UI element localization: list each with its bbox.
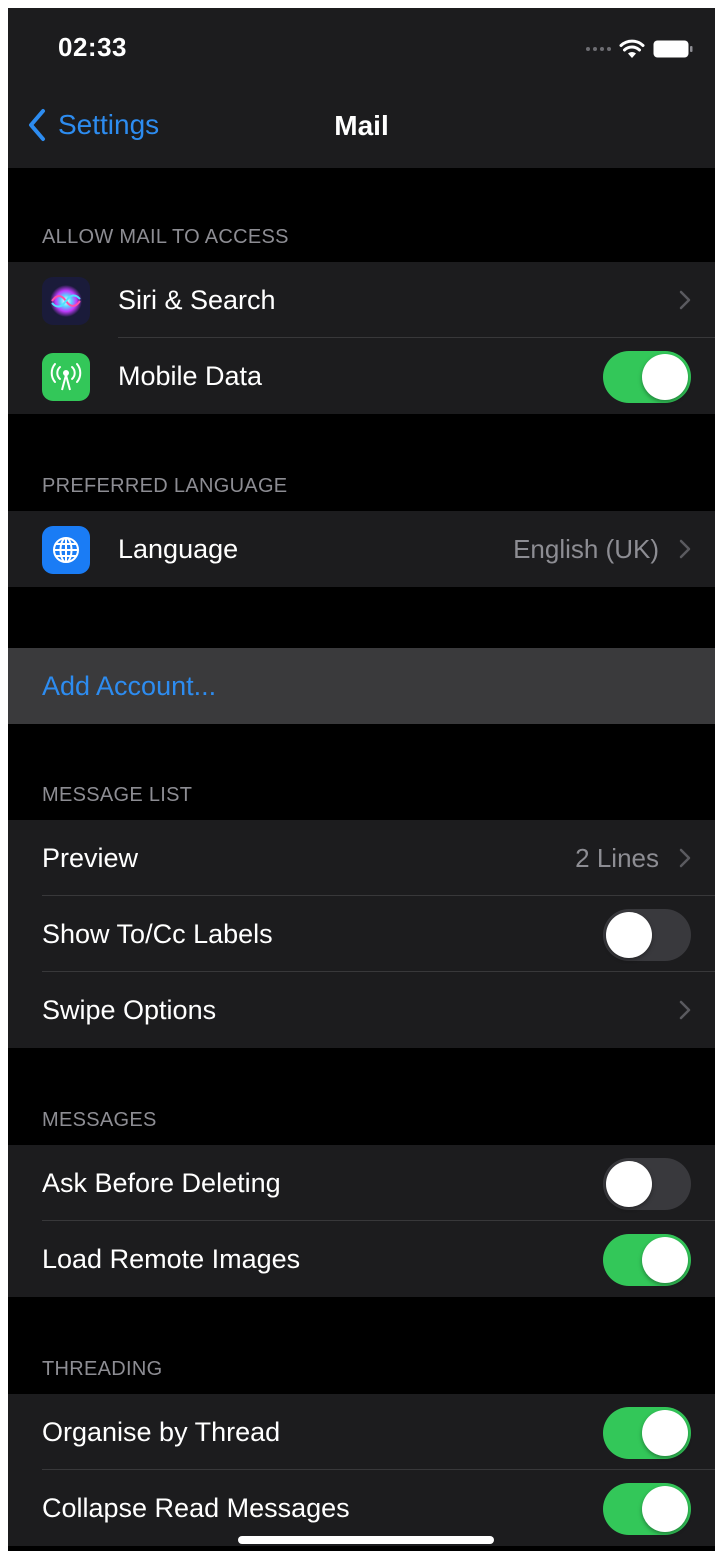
antenna-icon	[42, 353, 90, 401]
mobile-data-row: Mobile Data	[8, 338, 715, 414]
home-indicator[interactable]	[238, 1536, 494, 1544]
toggle-knob	[642, 1237, 688, 1283]
chevron-right-icon	[679, 539, 691, 559]
mail-settings-screen: 02:33 Settings Mail ALLOW MAIL TO ACCESS	[8, 8, 715, 1551]
cellular-signal-icon	[586, 47, 611, 51]
preferred-language-group: Language English (UK)	[8, 511, 715, 587]
toggle-knob	[642, 354, 688, 400]
language-label: Language	[118, 533, 239, 564]
section-header-threading: THREADING	[42, 1358, 163, 1380]
add-account-label: Add Account...	[42, 670, 217, 701]
collapse-read-messages-label: Collapse Read Messages	[42, 1492, 350, 1523]
preview-label: Preview	[42, 842, 139, 873]
navigation-bar: 02:33 Settings Mail	[8, 8, 715, 168]
toggle-knob	[606, 1161, 652, 1207]
allow-access-group: Siri & Search Mobile Data	[8, 262, 715, 414]
show-tocc-row: Show To/Cc Labels	[8, 896, 715, 972]
chevron-right-icon	[679, 1000, 691, 1020]
toggle-knob	[642, 1410, 688, 1456]
page-title: Mail	[334, 110, 389, 141]
preview-row[interactable]: Preview 2 Lines	[8, 820, 715, 896]
threading-group: Organise by Thread Collapse Read Message…	[8, 1394, 715, 1546]
collapse-read-messages-row: Collapse Read Messages	[8, 1470, 715, 1546]
toggle-knob	[642, 1486, 688, 1532]
siri-search-row[interactable]: Siri & Search	[8, 262, 715, 338]
message-list-group: Preview 2 Lines Show To/Cc Labels Swipe …	[8, 820, 715, 1048]
status-time: 02:33	[58, 32, 127, 62]
ask-before-deleting-label: Ask Before Deleting	[42, 1167, 281, 1198]
mobile-data-label: Mobile Data	[118, 360, 263, 391]
load-remote-images-label: Load Remote Images	[42, 1243, 301, 1274]
section-header-message-list: MESSAGE LIST	[42, 784, 193, 806]
siri-icon	[42, 277, 90, 325]
load-remote-images-toggle[interactable]	[603, 1234, 691, 1286]
chevron-right-icon	[679, 848, 691, 868]
globe-icon	[42, 526, 90, 574]
toggle-knob	[606, 912, 652, 958]
section-header-preferred-language: PREFERRED LANGUAGE	[42, 475, 288, 497]
chevron-right-icon	[679, 290, 691, 310]
swipe-options-label: Swipe Options	[42, 994, 217, 1025]
section-header-messages: MESSAGES	[42, 1109, 157, 1131]
section-header-allow-access: ALLOW MAIL TO ACCESS	[42, 226, 289, 248]
swipe-options-row[interactable]: Swipe Options	[8, 972, 715, 1048]
mobile-data-toggle[interactable]	[603, 351, 691, 403]
organise-by-thread-label: Organise by Thread	[42, 1416, 281, 1447]
preview-value: 2 Lines	[575, 842, 659, 873]
show-tocc-label: Show To/Cc Labels	[42, 918, 273, 949]
ask-before-deleting-toggle[interactable]	[603, 1158, 691, 1210]
siri-search-label: Siri & Search	[118, 284, 276, 315]
add-account-button[interactable]: Add Account...	[8, 648, 715, 724]
language-row[interactable]: Language English (UK)	[8, 511, 715, 587]
battery-icon	[653, 40, 693, 58]
show-tocc-toggle[interactable]	[603, 909, 691, 961]
language-value: English (UK)	[513, 533, 659, 564]
collapse-read-messages-toggle[interactable]	[603, 1483, 691, 1535]
messages-group: Ask Before Deleting Load Remote Images	[8, 1145, 715, 1297]
load-remote-images-row: Load Remote Images	[8, 1221, 715, 1297]
organise-by-thread-toggle[interactable]	[603, 1407, 691, 1459]
ask-before-deleting-row: Ask Before Deleting	[8, 1145, 715, 1221]
status-indicators	[586, 36, 693, 62]
wifi-icon	[619, 39, 645, 58]
organise-by-thread-row: Organise by Thread	[8, 1394, 715, 1470]
